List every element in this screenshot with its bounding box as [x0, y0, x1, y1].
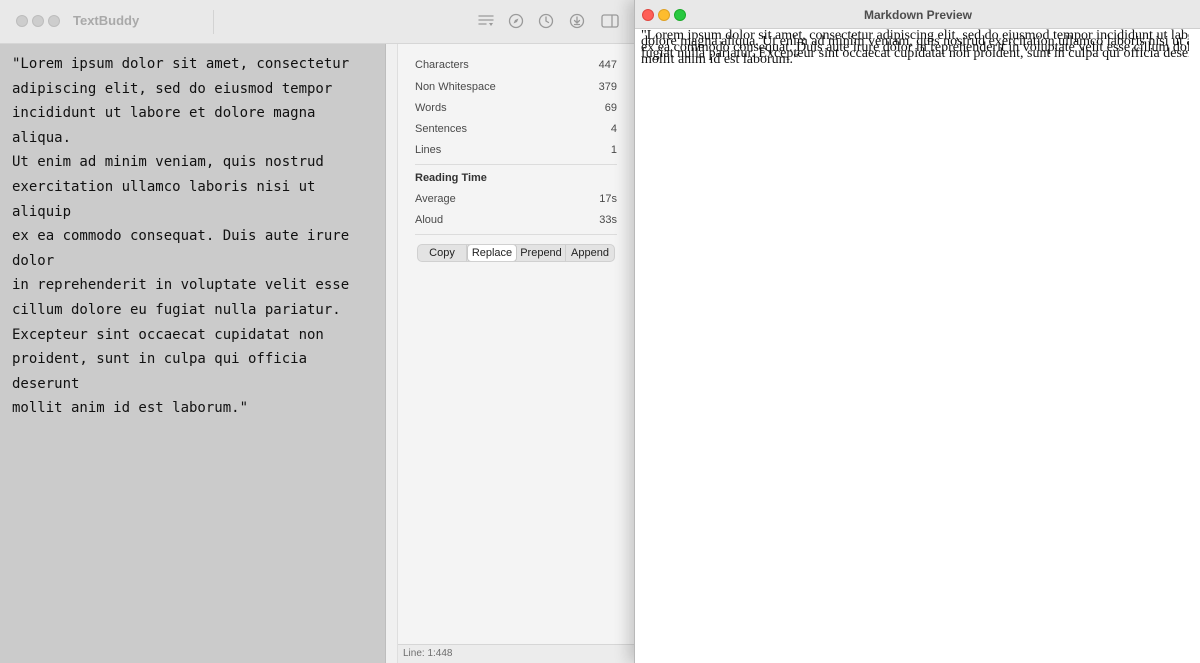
stat-row-aloud: Aloud 33s	[415, 211, 617, 229]
stat-value: 69	[604, 102, 617, 114]
preview-line: mollit anim id est laborum."	[641, 53, 799, 67]
reading-time-header: Reading Time	[415, 172, 487, 184]
preview-titlebar: Markdown Preview	[635, 0, 1200, 29]
compass-icon[interactable]	[507, 12, 525, 30]
desktop: TextBuddy "Lorem ipsum dolor sit amet, c…	[0, 0, 1200, 663]
preview-content: "Lorem ipsum dolor sit amet, consectetur…	[641, 28, 1189, 663]
close-button[interactable]	[16, 15, 28, 27]
stat-label: Lines	[415, 144, 442, 156]
copy-button[interactable]: Copy	[418, 245, 467, 261]
stats-divider	[415, 164, 617, 165]
clock-icon[interactable]	[537, 12, 555, 30]
preview-title: Markdown Preview	[863, 8, 973, 22]
stat-value: 379	[598, 81, 617, 93]
download-icon[interactable]	[568, 12, 586, 30]
stat-row-average: Average 17s	[415, 190, 617, 208]
minimize-button[interactable]	[32, 15, 44, 27]
zoom-button[interactable]	[48, 15, 60, 27]
textbuddy-titlebar: TextBuddy	[0, 0, 640, 44]
stat-label: Sentences	[415, 123, 467, 135]
stat-label: Non Whitespace	[415, 81, 496, 93]
stat-row-lines: Lines 1	[415, 141, 617, 159]
textbuddy-window: TextBuddy "Lorem ipsum dolor sit amet, c…	[0, 0, 640, 663]
markdown-preview-window: Markdown Preview "Lorem ipsum dolor sit …	[634, 0, 1200, 663]
stat-label: Average	[415, 193, 456, 205]
stat-row-non-whitespace: Non Whitespace 379	[415, 78, 617, 96]
stat-row-words: Words 69	[415, 99, 617, 117]
status-bar: Line: 1:448	[398, 644, 640, 663]
stat-value: 4	[610, 123, 617, 135]
actions-divider	[415, 234, 617, 235]
stat-value: 17s	[599, 193, 617, 205]
stat-label: Characters	[415, 59, 469, 71]
text-editor[interactable]: "Lorem ipsum dolor sit amet, consectetur…	[0, 44, 386, 663]
filter-lines-icon[interactable]	[477, 12, 495, 30]
statistics-panel: Characters 447 Non Whitespace 379 Words …	[398, 44, 640, 644]
stat-value: 33s	[599, 214, 617, 226]
prepend-button[interactable]: Prepend	[517, 245, 566, 261]
insert-mode-segmented-control: Copy Replace Prepend Append	[417, 244, 615, 262]
cursor-position: Line: 1:448	[403, 648, 453, 659]
toolbar-divider	[213, 10, 214, 34]
append-button[interactable]: Append	[566, 245, 614, 261]
editor-content[interactable]: "Lorem ipsum dolor sit amet, consectetur…	[12, 52, 378, 421]
stat-row-sentences: Sentences 4	[415, 120, 617, 138]
replace-button[interactable]: Replace	[467, 245, 517, 261]
split-divider[interactable]	[386, 44, 398, 663]
stat-value: 1	[610, 144, 617, 156]
stat-row-characters: Characters 447	[415, 56, 617, 74]
stat-value: 447	[598, 59, 617, 71]
sidebar-icon[interactable]	[601, 12, 619, 30]
window-title: TextBuddy	[73, 13, 140, 28]
stat-label: Words	[415, 102, 447, 114]
stat-label: Aloud	[415, 214, 444, 226]
